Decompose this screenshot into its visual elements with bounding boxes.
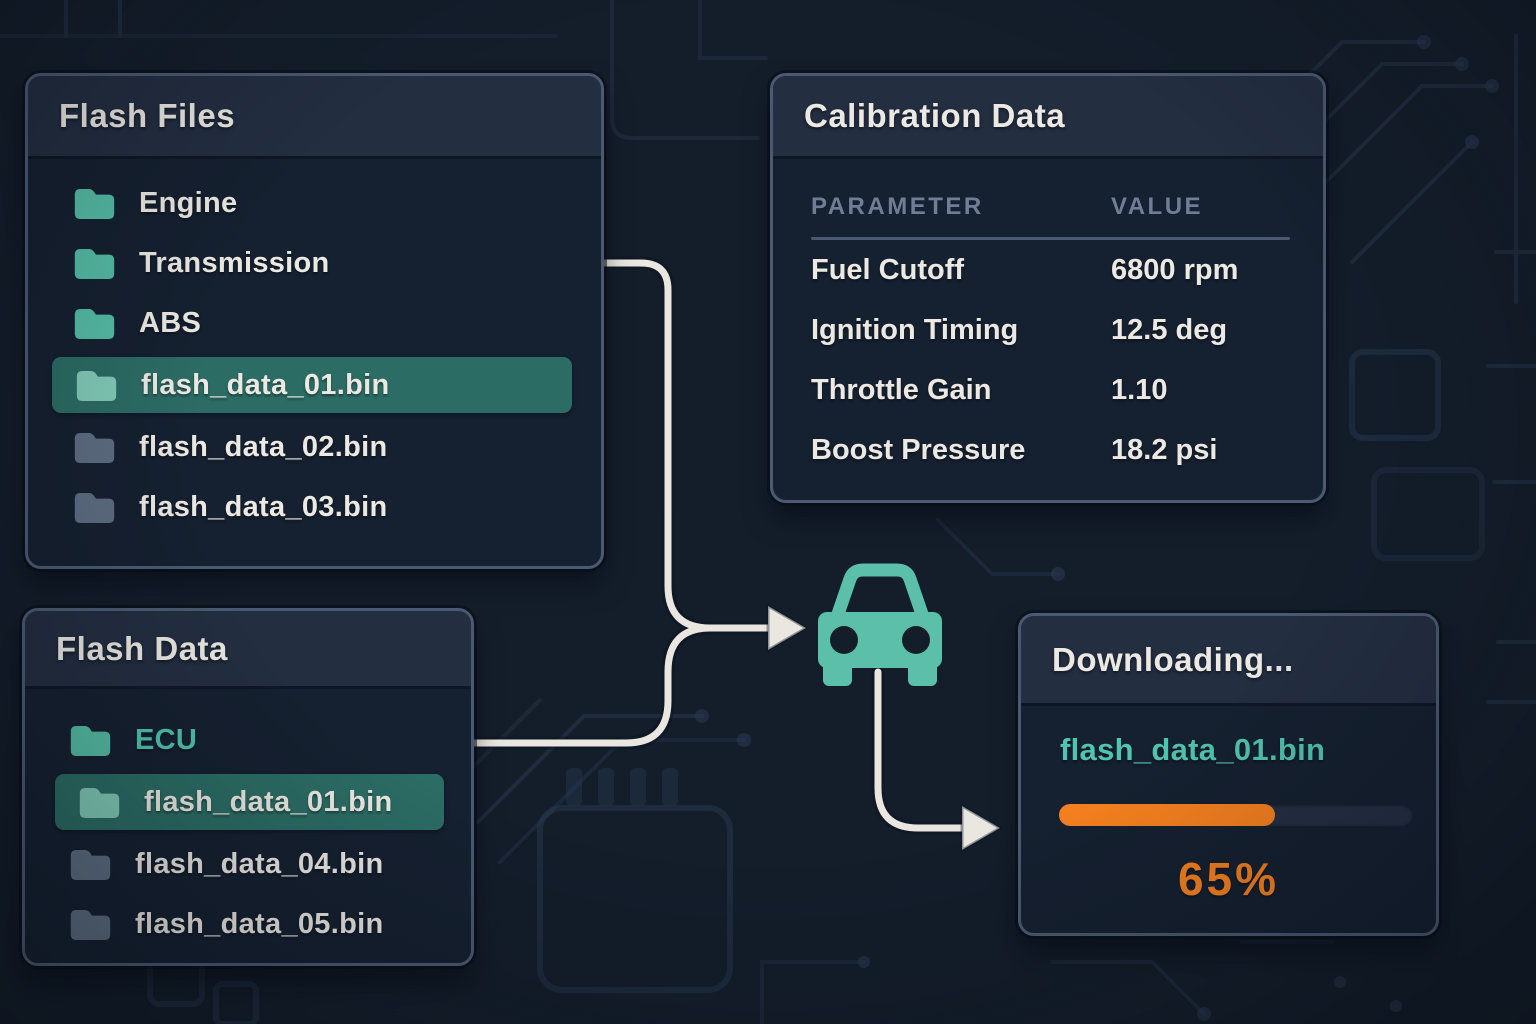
- file-item-flash-data-03-bin[interactable]: flash_data_03.bin: [72, 477, 572, 537]
- car-icon: [805, 562, 955, 694]
- folder-icon: [72, 244, 117, 282]
- folder-icon: [72, 428, 117, 466]
- list-item-label: flash_data_04.bin: [135, 848, 383, 881]
- table-row: Throttle Gain 1.10: [773, 360, 1323, 420]
- parameter-cell: Throttle Gain: [811, 374, 1111, 407]
- progress-fill: [1059, 804, 1275, 826]
- list-item-label: flash_data_01.bin: [141, 369, 389, 402]
- download-filename: flash_data_01.bin: [1060, 732, 1436, 768]
- folder-item-ecu[interactable]: ECU: [68, 710, 444, 770]
- file-item-flash-data-05-bin[interactable]: flash_data_05.bin: [68, 894, 444, 954]
- folder-item-transmission[interactable]: Transmission: [72, 233, 572, 293]
- folder-icon: [68, 905, 113, 943]
- arrowhead-into-download: [962, 806, 1000, 850]
- value-cell: 1.10: [1111, 374, 1167, 407]
- calibration-header: Calibration Data: [773, 76, 1323, 159]
- arrow-flash-files-to-car: [598, 263, 768, 628]
- value-cell: 6800 rpm: [1111, 254, 1238, 287]
- folder-icon: [72, 488, 117, 526]
- table-row: Ignition Timing 12.5 deg: [773, 300, 1323, 360]
- file-item-flash-data-02-bin[interactable]: flash_data_02.bin: [72, 417, 572, 477]
- calibration-title: Calibration Data: [804, 97, 1065, 135]
- download-title: Downloading...: [1052, 641, 1294, 679]
- list-item-label: flash_data_01.bin: [144, 786, 392, 819]
- flash-data-panel: Flash Data ECU flash_data_01.bin flash_d…: [22, 608, 474, 966]
- calibration-table-body: Fuel Cutoff 6800 rpm Ignition Timing 12.…: [773, 240, 1323, 480]
- value-cell: 12.5 deg: [1111, 314, 1227, 347]
- column-header-value: VALUE: [1111, 193, 1203, 221]
- file-item-flash-data-04-bin[interactable]: flash_data_04.bin: [68, 834, 444, 894]
- parameter-cell: Ignition Timing: [811, 314, 1111, 347]
- arrowhead-into-car: [768, 606, 806, 650]
- folder-icon: [77, 783, 122, 821]
- list-item-label: Engine: [139, 187, 237, 220]
- table-row: Fuel Cutoff 6800 rpm: [773, 240, 1323, 300]
- download-panel: Downloading... flash_data_01.bin 65%: [1018, 613, 1439, 936]
- table-header-divider: [811, 237, 1290, 240]
- list-item-label: Transmission: [139, 247, 330, 280]
- progress-bar: [1059, 804, 1413, 826]
- value-cell: 18.2 psi: [1111, 434, 1217, 467]
- flash-files-list: Engine Transmission ABS flash_data_01.bi…: [28, 159, 601, 537]
- folder-icon: [72, 304, 117, 342]
- calibration-data-panel: Calibration Data PARAMETER VALUE Fuel Cu…: [770, 73, 1326, 503]
- list-item-label: flash_data_03.bin: [139, 491, 387, 524]
- arrow-flash-data-to-car: [468, 628, 740, 743]
- ecu-flash-diagram: Flash Files Engine Transmission ABS flas…: [0, 0, 1536, 1024]
- flash-files-panel: Flash Files Engine Transmission ABS flas…: [25, 73, 604, 569]
- file-item-flash-data-01-bin[interactable]: flash_data_01.bin: [55, 774, 444, 830]
- table-row: Boost Pressure 18.2 psi: [773, 420, 1323, 480]
- folder-item-abs[interactable]: ABS: [72, 293, 572, 353]
- list-item-label: ABS: [139, 307, 201, 340]
- progress-percent-label: 65%: [1021, 852, 1436, 906]
- folder-icon: [68, 845, 113, 883]
- folder-item-engine[interactable]: Engine: [72, 173, 572, 233]
- arrow-car-to-download: [878, 672, 962, 828]
- folder-icon: [72, 184, 117, 222]
- table-column-headers: PARAMETER VALUE: [773, 193, 1323, 221]
- list-item-label: ECU: [135, 724, 197, 757]
- list-item-label: flash_data_02.bin: [139, 431, 387, 464]
- folder-icon: [74, 366, 119, 404]
- list-item-label: flash_data_05.bin: [135, 908, 383, 941]
- download-header: Downloading...: [1021, 616, 1436, 706]
- flash-data-header: Flash Data: [25, 611, 471, 689]
- flash-files-header: Flash Files: [28, 76, 601, 159]
- folder-icon: [68, 721, 113, 759]
- flash-data-title: Flash Data: [56, 630, 228, 668]
- flash-files-title: Flash Files: [59, 97, 235, 135]
- column-header-parameter: PARAMETER: [811, 193, 1111, 221]
- parameter-cell: Boost Pressure: [811, 434, 1111, 467]
- file-item-flash-data-01-bin[interactable]: flash_data_01.bin: [52, 357, 572, 413]
- parameter-cell: Fuel Cutoff: [811, 254, 1111, 287]
- flash-data-list: ECU flash_data_01.bin flash_data_04.bin …: [25, 689, 471, 954]
